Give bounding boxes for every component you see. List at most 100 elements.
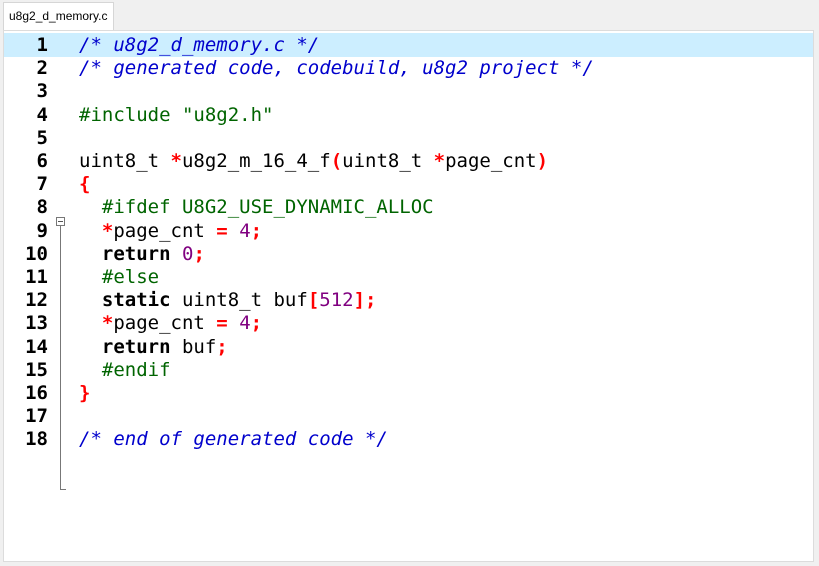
code-line[interactable]: 15 #endif — [4, 358, 813, 382]
code-text: } — [79, 381, 90, 405]
code-editor[interactable]: 1 /* u8g2_d_memory.c */ 2 /* generated code… — [3, 30, 814, 562]
code-text: uint8_t *u8g2_m_16_4_f(uint8_t *page_cnt… — [79, 149, 548, 173]
fold-end-marker — [60, 489, 66, 490]
code-token: /* end of generated code */ — [79, 428, 388, 451]
line-number: 3 — [36, 80, 48, 103]
code-text: #ifdef U8G2_USE_DYNAMIC_ALLOC — [79, 195, 434, 219]
code-token: return — [101, 242, 171, 265]
code-line[interactable]: 7{ — [4, 172, 813, 196]
code-token: 0 — [181, 242, 194, 265]
code-text: #endif — [79, 358, 171, 382]
code-line[interactable]: 3 — [4, 79, 813, 103]
code-text: *page_cnt = 4; — [79, 219, 262, 243]
code-line[interactable]: 18 /* end of generated code */ — [4, 427, 813, 451]
code-token: 4 — [239, 312, 251, 335]
code-line[interactable]: 11 #else — [4, 265, 813, 289]
code-token: /* generated code, codebuild, u8g2 proje… — [79, 57, 594, 80]
code-token: uint8_t — [342, 150, 434, 172]
code-line[interactable]: 6 uint8_t *u8g2_m_16_4_f(uint8_t *page_cn… — [4, 149, 813, 173]
code-token: ( — [330, 150, 343, 172]
code-token: #include "u8g2.h" — [79, 103, 274, 126]
code-line[interactable]: 4 #include "u8g2.h" — [4, 103, 813, 127]
code-token: page_cnt — [113, 219, 217, 242]
code-token: page_cnt — [445, 150, 537, 172]
code-text: return buf; — [79, 335, 228, 359]
code-token: * — [170, 150, 182, 172]
line-number: 18 — [25, 428, 48, 451]
code-token: #endif — [79, 358, 171, 381]
code-token: 4 — [239, 219, 251, 242]
code-token: { — [79, 173, 91, 196]
code-token: 512 — [319, 289, 354, 312]
code-token: = — [216, 312, 228, 335]
code-token: uint8_t buf — [170, 289, 308, 312]
line-number: 1 — [36, 34, 48, 56]
code-token: ; — [216, 335, 228, 358]
code-text: /* end of generated code */ — [79, 427, 388, 451]
line-number: 15 — [25, 358, 48, 381]
code-token: = — [216, 219, 228, 242]
code-token: #ifdef U8G2_USE_DYNAMIC_ALLOC — [79, 196, 434, 219]
code-token: #else — [79, 266, 160, 288]
line-number: 16 — [25, 382, 48, 404]
fold-guide-line — [60, 226, 61, 489]
code-line[interactable]: 9 *page_cnt = 4; — [4, 219, 813, 243]
line-number: 4 — [36, 103, 48, 126]
line-number: 5 — [36, 126, 48, 149]
code-text: *page_cnt = 4; — [79, 311, 262, 335]
code-token: ]; — [353, 289, 377, 312]
code-line[interactable]: 12 static uint8_t buf[512]; — [4, 288, 813, 312]
line-number: 17 — [25, 405, 48, 428]
code-line[interactable]: 16} — [4, 381, 813, 405]
code-token: ; — [193, 242, 205, 265]
line-number: 6 — [36, 150, 48, 172]
line-number: 14 — [25, 335, 48, 358]
code-token: return — [101, 335, 171, 358]
code-token: ; — [250, 219, 263, 242]
code-text: #include "u8g2.h" — [79, 103, 273, 127]
code-token: uint8_t — [79, 150, 171, 172]
line-number: 12 — [25, 289, 48, 312]
code-line[interactable]: 10 return 0; — [4, 242, 813, 266]
line-number: 2 — [36, 57, 48, 80]
tab-bar: u8g2_d_memory.c — [0, 0, 819, 30]
code-line[interactable]: 13 *page_cnt = 4; — [4, 311, 813, 335]
code-line[interactable]: 17 — [4, 404, 813, 428]
code-text: /* u8g2_d_memory.c */ — [79, 33, 319, 57]
code-line[interactable]: 8 #ifdef U8G2_USE_DYNAMIC_ALLOC — [4, 195, 813, 219]
code-token: ; — [250, 312, 263, 335]
code-token: [ — [307, 289, 320, 312]
code-line-current[interactable]: 1 /* u8g2_d_memory.c */ — [4, 33, 813, 57]
code-token: buf — [170, 335, 217, 358]
code-line[interactable]: 5 — [4, 126, 813, 150]
code-token: page_cnt — [113, 312, 217, 335]
code-token: * — [101, 219, 114, 242]
code-text: #else — [79, 265, 159, 289]
line-number: 10 — [25, 242, 48, 265]
code-line[interactable]: 14 return buf; — [4, 335, 813, 359]
tab-file[interactable]: u8g2_d_memory.c — [3, 2, 114, 30]
line-number: 8 — [36, 196, 48, 219]
code-token: u8g2_m_16_4_f — [181, 150, 331, 172]
code-line[interactable]: 2 /* generated code, codebuild, u8g2 proj… — [4, 56, 813, 80]
code-token: } — [79, 382, 91, 404]
code-token: * — [433, 150, 446, 172]
code-token: ) — [536, 150, 549, 172]
fold-toggle-icon[interactable] — [56, 217, 65, 226]
code-text: /* generated code, codebuild, u8g2 proje… — [79, 56, 594, 80]
code-text: return 0; — [79, 242, 205, 266]
line-number: 9 — [36, 219, 48, 242]
code-token: * — [101, 312, 114, 335]
code-text: static uint8_t buf[512]; — [79, 288, 377, 312]
line-number: 13 — [25, 312, 48, 335]
code-text: { — [79, 172, 90, 196]
line-number: 7 — [36, 173, 48, 196]
